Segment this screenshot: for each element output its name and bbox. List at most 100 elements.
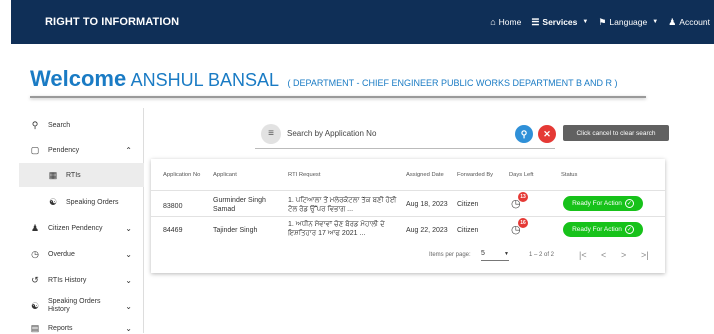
chevron-down-icon: ⌄ bbox=[125, 301, 132, 311]
sidebar-item-label: Citizen Pendency bbox=[48, 224, 103, 232]
caret-down-icon: ▼ bbox=[504, 251, 509, 257]
speaker-person-icon: ☯ bbox=[30, 300, 40, 311]
sidebar-item-label: Speaking Orders History bbox=[48, 298, 101, 313]
days-left-badge: 16 bbox=[518, 218, 528, 228]
person-icon: ♟ bbox=[30, 222, 40, 233]
sidebar-item-search[interactable]: ⚲ Search bbox=[19, 117, 144, 133]
department-label: ( DEPARTMENT - CHIEF ENGINEER PUBLIC WOR… bbox=[287, 78, 618, 88]
top-nav-bar: RIGHT TO INFORMATION ⌂ Home ☰ Services ▼… bbox=[11, 0, 714, 44]
chevron-down-icon: ⌄ bbox=[125, 249, 132, 259]
page-range: 1 – 2 of 2 bbox=[529, 252, 555, 258]
table-row[interactable]: 83800 Gurminder Singh Samad 1. ਪਟਿਆਲਾ ਤੋ… bbox=[151, 190, 665, 216]
monitor-icon: ▢ bbox=[30, 144, 40, 155]
nav-home[interactable]: ⌂ Home bbox=[490, 17, 521, 27]
welcome-word: Welcome bbox=[30, 66, 127, 91]
rti-table: Application No Applicant RTI Request Ass… bbox=[151, 159, 665, 273]
sidebar-item-rtis[interactable]: ▦ RTIs bbox=[19, 163, 144, 187]
cell-application-no: 83800 bbox=[163, 203, 183, 210]
status-label: Ready For Action bbox=[572, 226, 622, 233]
items-per-page-value: 5 bbox=[481, 250, 485, 257]
cancel-tooltip: Click cancel to clear search bbox=[563, 125, 669, 141]
home-icon: ⌂ bbox=[490, 17, 496, 27]
cell-assigned-date: Aug 18, 2023 bbox=[406, 201, 448, 208]
table-row[interactable]: 84469 Tajinder Singh 1. ਅਧੀਨ ਸੇਵਾਵਾਂ ਚੋਣ… bbox=[151, 216, 665, 242]
column-header-forwarded-by[interactable]: Forwarded By bbox=[457, 172, 493, 178]
sidebar-item-reports[interactable]: ▤ Reports ⌄ bbox=[19, 322, 144, 334]
check-circle-icon: ✓ bbox=[624, 199, 634, 208]
sidebar-item-rtis-history[interactable]: ↺ RTIs History ⌄ bbox=[19, 271, 144, 289]
nav-account-label: Account bbox=[679, 17, 710, 27]
chevron-down-icon: ⌄ bbox=[125, 223, 132, 233]
sidebar-item-pendency[interactable]: ▢ Pendency ⌃ bbox=[19, 142, 144, 158]
items-per-page-select[interactable]: 5 ▼ bbox=[481, 249, 509, 261]
cell-rti-request: 1. ਅਧੀਨ ਸੇਵਾਵਾਂ ਚੋਣ ਬੋਰਡ ਮੋਹਾਲੀ ਦੇ ਇਸ਼ਤਿ… bbox=[288, 221, 385, 237]
cell-rti-request: 1. ਪਟਿਆਲਾ ਤੋਂ ਮਲੇਰਕੋਟਲਾ ਤੱਕ ਬਣੀ ਹੋਈ ਟੋਲ … bbox=[288, 197, 397, 213]
filter-icon[interactable]: ≡ bbox=[261, 123, 281, 144]
chevron-down-icon: ⌄ bbox=[125, 275, 132, 285]
list-icon: ☰ bbox=[531, 16, 540, 27]
column-header-applicant[interactable]: Applicant bbox=[213, 172, 237, 178]
flag-icon: ⚑ bbox=[598, 16, 607, 27]
welcome-divider bbox=[30, 96, 646, 98]
cell-applicant: Gurminder Singh Samad bbox=[213, 197, 266, 213]
history-icon: ↺ bbox=[31, 274, 39, 285]
check-circle-icon: ✓ bbox=[624, 225, 634, 234]
sidebar-item-label: RTIs bbox=[66, 171, 81, 179]
nav-account[interactable]: ♟ Account bbox=[668, 17, 710, 28]
status-button[interactable]: Ready For Action ✓ bbox=[563, 196, 643, 211]
sidebar-item-overdue[interactable]: ◷ Overdue ⌄ bbox=[19, 245, 144, 263]
status-button[interactable]: Ready For Action ✓ bbox=[563, 222, 643, 237]
grid-icon: ▦ bbox=[48, 169, 58, 180]
nav-language[interactable]: ⚑ Language ▼ bbox=[598, 17, 658, 28]
nav-services-label: Services bbox=[542, 17, 578, 27]
days-left-badge: 13 bbox=[518, 192, 528, 202]
status-label: Ready For Action bbox=[572, 200, 622, 207]
clock-icon: ◷ bbox=[31, 248, 39, 259]
last-page-icon[interactable]: >| bbox=[641, 250, 649, 260]
cell-assigned-date: Aug 22, 2023 bbox=[406, 227, 448, 234]
nav-home-label: Home bbox=[498, 17, 522, 27]
search-bar[interactable]: ≡ Search by Application No bbox=[255, 119, 555, 149]
sidebar-item-label: Reports bbox=[48, 324, 73, 332]
prev-page-icon[interactable]: < bbox=[601, 250, 606, 260]
chevron-up-icon: ⌃ bbox=[125, 145, 132, 155]
cell-applicant: Tajinder Singh bbox=[213, 227, 258, 234]
nav-language-label: Language bbox=[609, 17, 648, 27]
column-header-status[interactable]: Status bbox=[561, 172, 577, 178]
sidebar-item-speaking-orders[interactable]: ☯ Speaking Orders bbox=[19, 192, 144, 212]
close-icon: ✕ bbox=[543, 128, 551, 139]
welcome-heading: Welcome ANSHUL BANSAL ( DEPARTMENT - CHI… bbox=[30, 66, 618, 92]
cell-forwarded-by: Citizen bbox=[457, 227, 479, 234]
sidebar: ⚲ Search ▢ Pendency ⌃ ▦ RTIs ☯ Speaking … bbox=[19, 108, 144, 333]
column-header-assigned-date[interactable]: Assigned Date bbox=[406, 172, 444, 178]
column-header-days-left[interactable]: Days Left bbox=[509, 172, 534, 178]
sidebar-item-speaking-orders-history[interactable]: ☯ Speaking Orders History ⌄ bbox=[19, 294, 144, 318]
sidebar-item-citizen-pendency[interactable]: ♟ Citizen Pendency ⌄ bbox=[19, 219, 144, 237]
brand-title[interactable]: RIGHT TO INFORMATION bbox=[45, 0, 179, 44]
column-header-rti-request[interactable]: RTI Request bbox=[288, 172, 320, 178]
cell-application-no: 84469 bbox=[163, 227, 183, 234]
user-icon: ♟ bbox=[668, 16, 677, 27]
next-page-icon[interactable]: > bbox=[621, 250, 626, 260]
search-icon: ⚲ bbox=[31, 119, 39, 130]
user-name: ANSHUL BANSAL bbox=[130, 70, 280, 90]
search-input[interactable]: Search by Application No bbox=[287, 129, 376, 138]
nav-menu: ⌂ Home ☰ Services ▼ ⚑ Language ▼ ♟ Accou… bbox=[490, 0, 710, 44]
search-icon: ⚲ bbox=[520, 128, 528, 139]
column-header-application-no[interactable]: Application No bbox=[163, 172, 200, 178]
chevron-down-icon: ⌄ bbox=[125, 323, 132, 333]
first-page-icon[interactable]: |< bbox=[579, 250, 587, 260]
sidebar-item-label: RTIs History bbox=[48, 276, 87, 284]
sidebar-item-label: Speaking Orders bbox=[66, 198, 119, 206]
sidebar-item-label: Pendency bbox=[48, 146, 80, 154]
caret-down-icon: ▼ bbox=[652, 19, 659, 25]
caret-down-icon: ▼ bbox=[582, 19, 589, 25]
report-icon: ▤ bbox=[30, 322, 40, 333]
cell-forwarded-by: Citizen bbox=[457, 201, 479, 208]
nav-services[interactable]: ☰ Services ▼ bbox=[531, 17, 588, 28]
speaker-person-icon: ☯ bbox=[48, 196, 58, 207]
sidebar-item-label: Search bbox=[48, 121, 71, 129]
search-button[interactable]: ⚲ bbox=[515, 125, 533, 143]
cancel-button[interactable]: ✕ bbox=[538, 125, 556, 143]
items-per-page-label: Items per page: bbox=[429, 252, 471, 258]
